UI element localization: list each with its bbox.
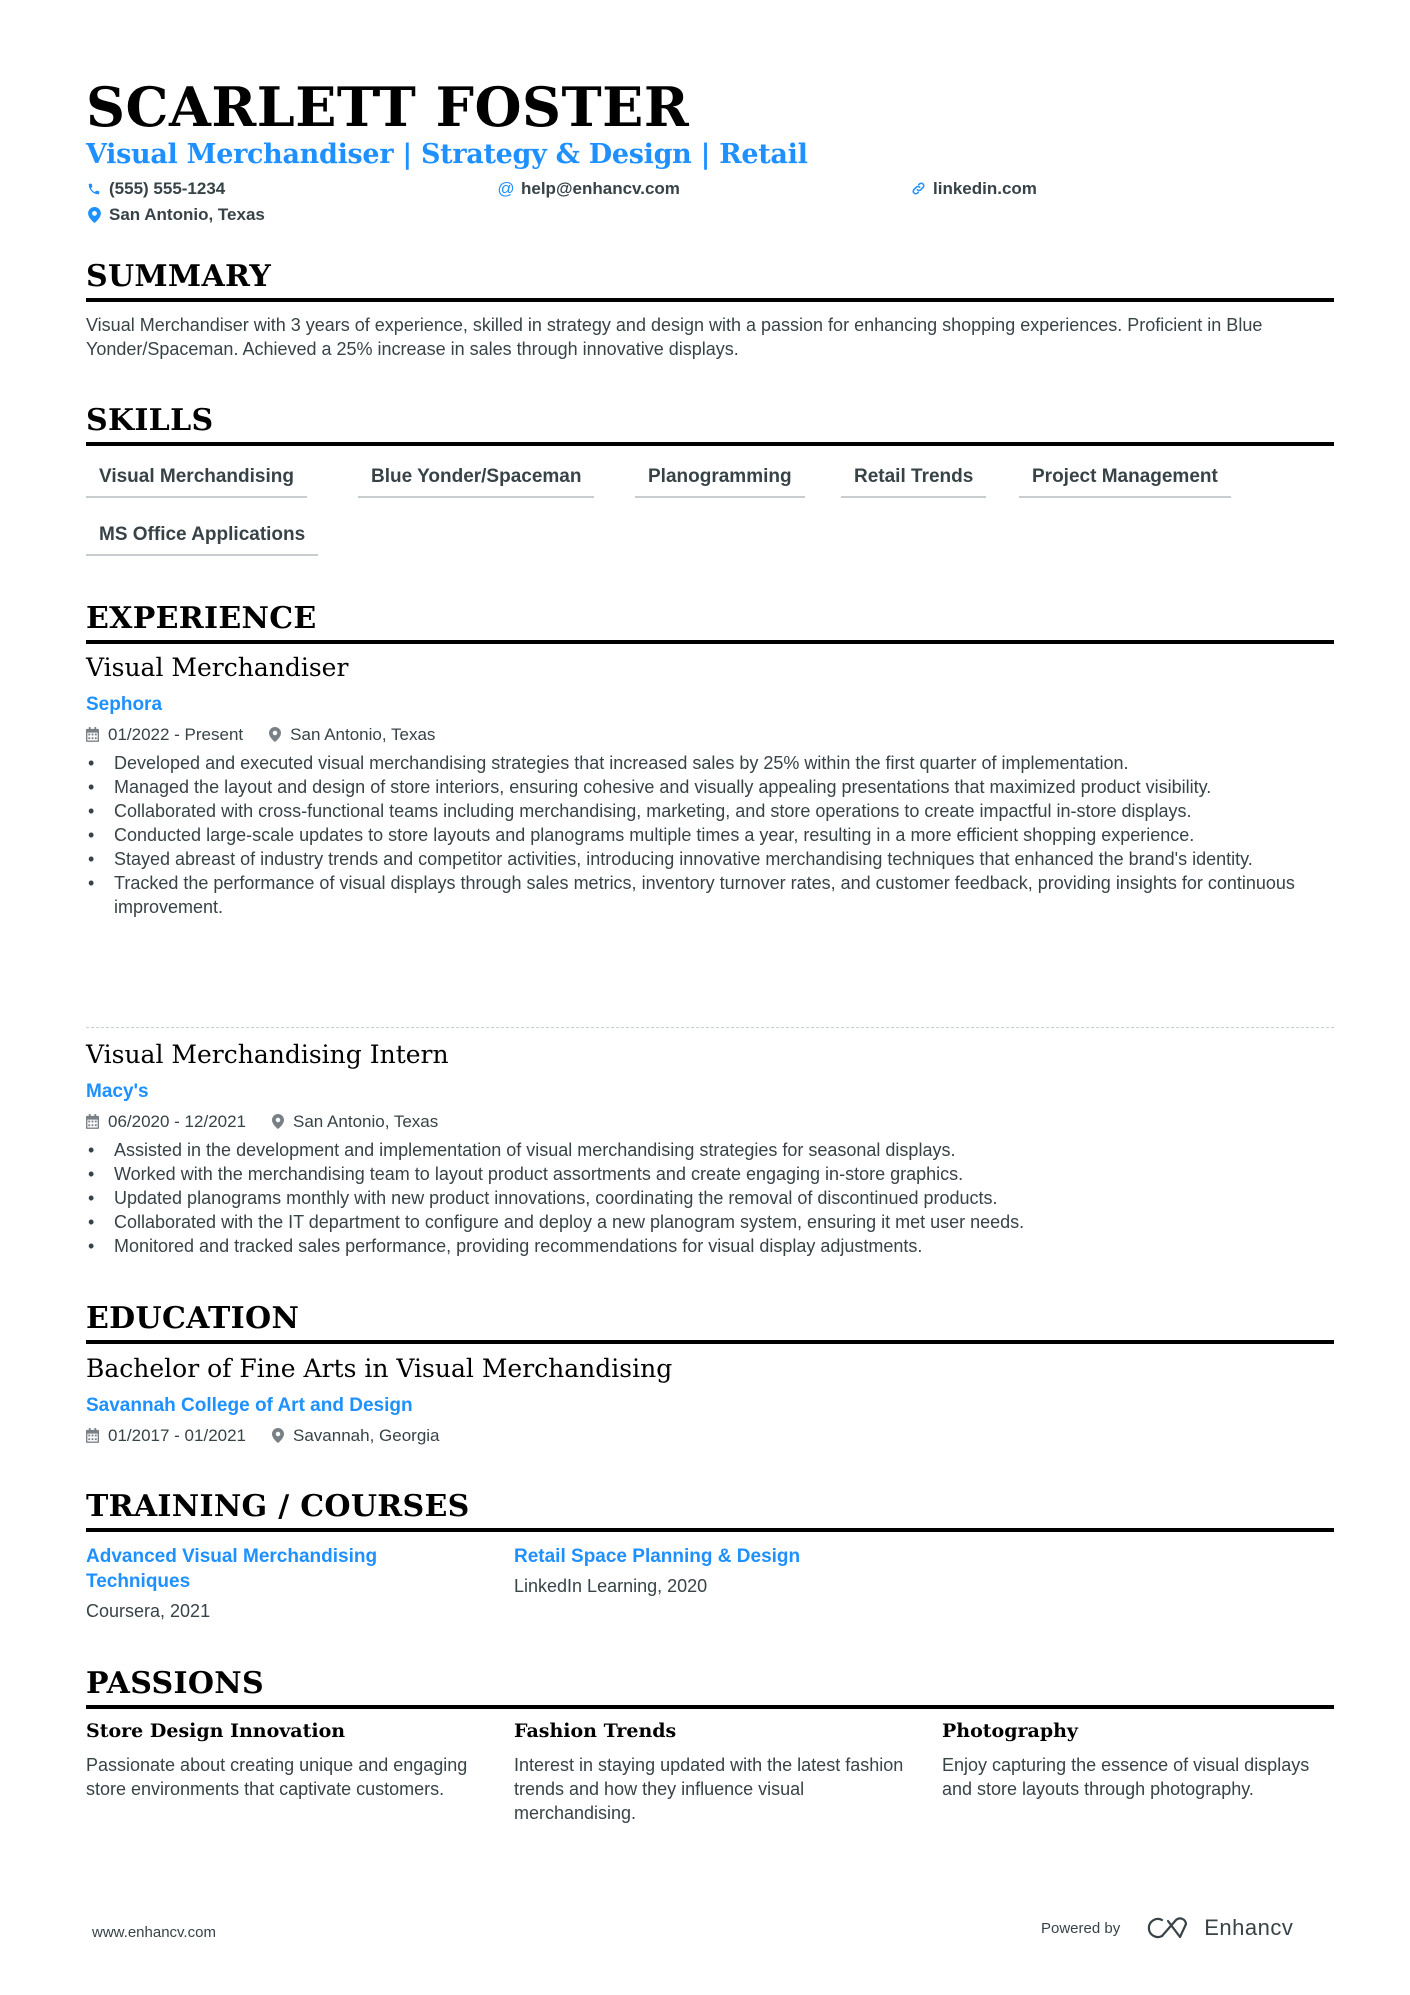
at-icon: @ <box>497 179 515 198</box>
course-item: Advanced Visual Merchandising Techniques… <box>86 1544 446 1623</box>
map-pin-icon <box>269 727 282 742</box>
map-pin-icon <box>272 1114 285 1129</box>
course-item: Retail Space Planning & Design LinkedIn … <box>514 1544 894 1598</box>
course-title: Advanced Visual Merchandising Techniques <box>86 1546 378 1592</box>
job-title: Visual Merchandiser <box>86 653 349 682</box>
phone-icon <box>86 181 102 197</box>
degree-title: Bachelor of Fine Arts in Visual Merchand… <box>86 1354 673 1383</box>
job-bullets: Assisted in the development and implemen… <box>86 1138 1334 1258</box>
passion-item: Photography Enjoy capturing the essence … <box>942 1722 1337 1801</box>
bullet-item: Collaborated with the IT department to c… <box>86 1210 1334 1234</box>
skill-tag: Planogramming <box>635 467 805 498</box>
bullet-item: Collaborated with cross-functional teams… <box>86 799 1334 823</box>
contact-email: @ help@enhancv.com <box>497 179 680 198</box>
job-location: San Antonio, Texas <box>290 725 436 744</box>
passion-title: Photography <box>942 1720 1078 1742</box>
skill-tag: Blue Yonder/Spaceman <box>358 467 595 498</box>
map-pin-icon <box>272 1428 285 1443</box>
school-name: Savannah College of Art and Design <box>86 1395 413 1416</box>
passion-item: Store Design Innovation Passionate about… <box>86 1722 481 1801</box>
passion-desc: Interest in staying updated with the lat… <box>514 1755 904 1823</box>
enhancv-brand[interactable]: Enhancv <box>1204 1915 1293 1941</box>
passion-title: Store Design Innovation <box>86 1720 346 1742</box>
contact-linkedin: linkedin.com <box>910 180 1037 197</box>
passion-item: Fashion Trends Interest in staying updat… <box>514 1722 909 1825</box>
education-location: Savannah, Georgia <box>293 1426 440 1445</box>
bullet-item: Developed and executed visual merchandis… <box>86 751 1334 775</box>
bullet-item: Worked with the merchandising team to la… <box>86 1162 1334 1186</box>
summary-text: Visual Merchandiser with 3 years of expe… <box>86 315 1263 359</box>
company-name: Macy's <box>86 1081 149 1102</box>
powered-by-label: Powered by <box>1041 1919 1121 1937</box>
education-heading: EDUCATION <box>86 1304 1334 1344</box>
map-pin-icon <box>86 206 102 223</box>
job-meta: 06/2020 - 12/2021 San Antonio, Texas <box>86 1113 438 1130</box>
skill-tag: MS Office Applications <box>86 525 319 556</box>
bullet-item: Managed the layout and design of store i… <box>86 775 1334 799</box>
company-name: Sephora <box>86 694 163 715</box>
calendar-icon <box>86 1428 99 1443</box>
bullet-item: Monitored and tracked sales performance,… <box>86 1234 1334 1258</box>
bullet-item: Conducted large-scale updates to store l… <box>86 823 1334 847</box>
passion-desc: Enjoy capturing the essence of visual di… <box>942 1755 1310 1799</box>
bullet-item: Tracked the performance of visual displa… <box>86 871 1334 919</box>
enhancv-logo-icon <box>1146 1915 1192 1941</box>
job-title: Visual Merchandising Intern <box>86 1040 449 1069</box>
skills-heading: SKILLS <box>86 406 1334 446</box>
calendar-icon <box>86 1114 99 1129</box>
skill-tag: Visual Merchandising <box>86 467 307 498</box>
link-icon <box>910 181 926 197</box>
passion-title: Fashion Trends <box>514 1720 677 1742</box>
job-dates: 06/2020 - 12/2021 <box>108 1112 247 1131</box>
calendar-icon <box>86 727 99 742</box>
footer-branding: Powered by Enhancv <box>1041 1915 1293 1941</box>
job-divider <box>86 1027 1334 1028</box>
contact-phone: (555) 555-1234 <box>86 180 225 197</box>
job-dates: 01/2022 - Present <box>108 725 244 744</box>
candidate-name: SCARLETT FOSTER <box>86 75 690 139</box>
education-dates: 01/2017 - 01/2021 <box>108 1426 247 1445</box>
bullet-item: Assisted in the development and implemen… <box>86 1138 1334 1162</box>
contact-location: San Antonio, Texas <box>86 206 265 223</box>
passions-heading: PASSIONS <box>86 1669 1334 1709</box>
job-location: San Antonio, Texas <box>293 1112 439 1131</box>
bullet-item: Updated planograms monthly with new prod… <box>86 1186 1334 1210</box>
skill-tag: Project Management <box>1019 467 1231 498</box>
email-text[interactable]: help@enhancv.com <box>521 180 680 197</box>
location-text: San Antonio, Texas <box>109 205 265 224</box>
job-bullets: Developed and executed visual merchandis… <box>86 751 1334 919</box>
passion-desc: Passionate about creating unique and eng… <box>86 1755 468 1799</box>
course-title: Retail Space Planning & Design <box>514 1546 801 1567</box>
experience-heading: EXPERIENCE <box>86 604 1334 644</box>
linkedin-text[interactable]: linkedin.com <box>933 180 1037 197</box>
job-meta: 01/2022 - Present San Antonio, Texas <box>86 726 435 743</box>
course-source: Coursera, 2021 <box>86 1601 211 1621</box>
phone-text[interactable]: (555) 555-1234 <box>109 180 225 197</box>
bullet-item: Stayed abreast of industry trends and co… <box>86 847 1334 871</box>
training-heading: TRAINING / COURSES <box>86 1492 1334 1532</box>
summary-heading: SUMMARY <box>86 262 1334 302</box>
footer-website[interactable]: www.enhancv.com <box>92 1924 216 1941</box>
candidate-title: Visual Merchandiser | Strategy & Design … <box>86 139 808 170</box>
skill-tag: Retail Trends <box>841 467 987 498</box>
course-source: LinkedIn Learning, 2020 <box>514 1576 708 1596</box>
education-meta: 01/2017 - 01/2021 Savannah, Georgia <box>86 1427 440 1444</box>
